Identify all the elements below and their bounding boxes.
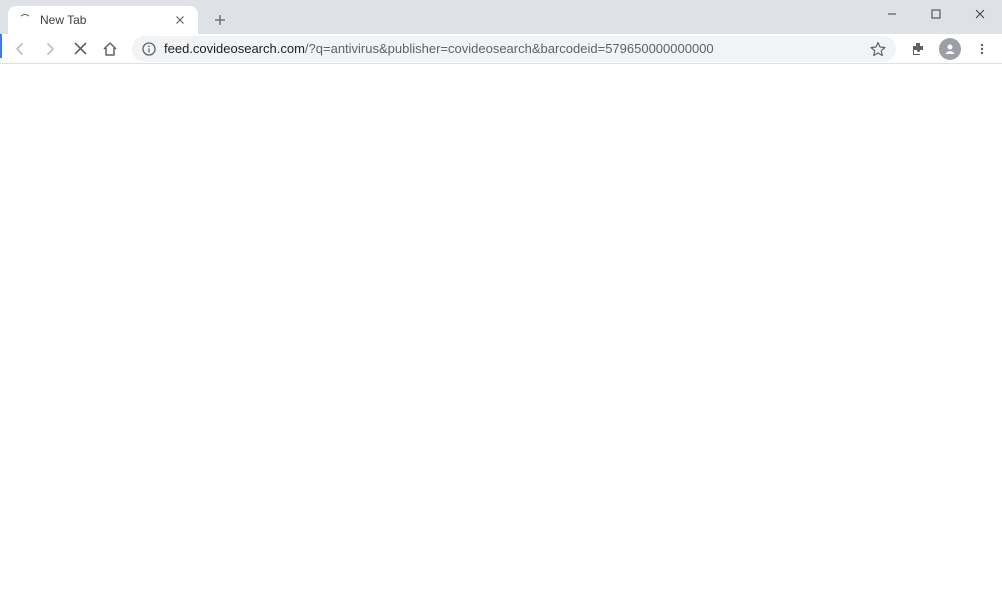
tab-active[interactable]: New Tab <box>8 6 198 34</box>
titlebar: New Tab <box>0 0 1002 34</box>
address-bar[interactable]: feed.covideosearch.com/?q=antivirus&publ… <box>132 36 896 62</box>
site-info-icon[interactable] <box>142 42 156 56</box>
minimize-button[interactable] <box>870 0 914 28</box>
back-button[interactable] <box>6 35 34 63</box>
page-content <box>0 64 1002 613</box>
url-path: /?q=antivirus&publisher=covideosearch&ba… <box>305 41 714 56</box>
toolbar-right <box>904 35 996 63</box>
url-text: feed.covideosearch.com/?q=antivirus&publ… <box>164 41 862 56</box>
url-domain: feed.covideosearch.com <box>164 41 305 56</box>
maximize-button[interactable] <box>914 0 958 28</box>
forward-button[interactable] <box>36 35 64 63</box>
profile-avatar-icon[interactable] <box>936 35 964 63</box>
bookmark-star-icon[interactable] <box>870 41 886 57</box>
blue-edge-accent <box>0 34 2 58</box>
extensions-icon[interactable] <box>904 35 932 63</box>
new-tab-button[interactable] <box>206 6 234 34</box>
stop-reload-button[interactable] <box>66 35 94 63</box>
tab-title: New Tab <box>40 13 172 27</box>
home-button[interactable] <box>96 35 124 63</box>
toolbar: feed.covideosearch.com/?q=antivirus&publ… <box>0 34 1002 64</box>
close-window-button[interactable] <box>958 0 1002 28</box>
close-tab-button[interactable] <box>172 12 188 28</box>
loading-spinner-icon <box>18 13 32 27</box>
tab-strip: New Tab <box>0 0 234 34</box>
menu-icon[interactable] <box>968 35 996 63</box>
window-controls <box>870 0 1002 28</box>
